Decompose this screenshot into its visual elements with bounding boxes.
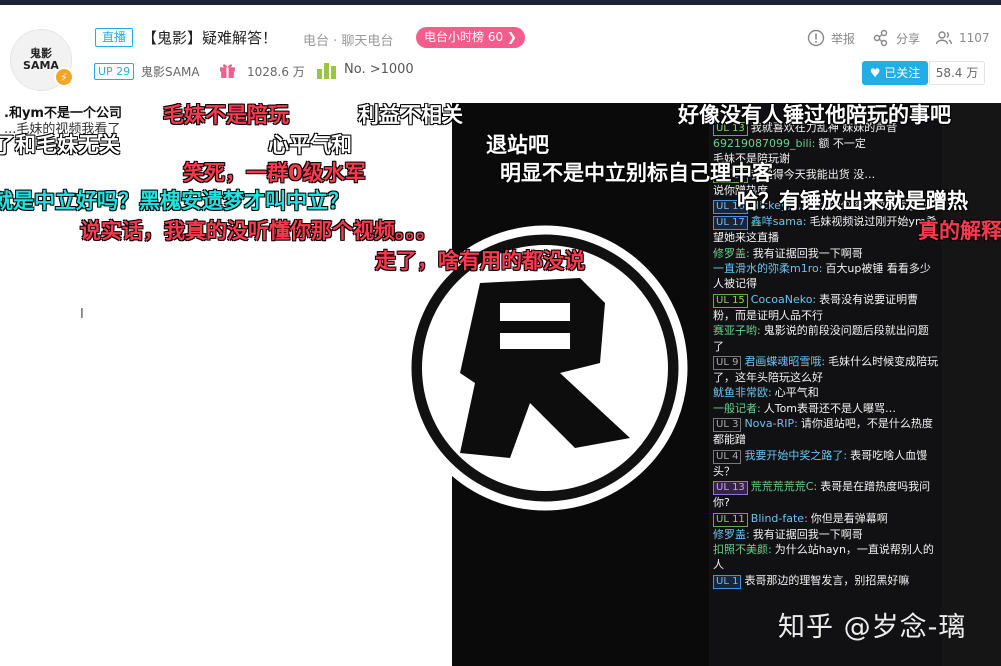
viewer-count: 1107	[935, 29, 990, 47]
chat-message: 赛亚子哟: 鬼影说的前段没问题后段就出问题了	[713, 323, 939, 354]
danmaku-comment: 毛妹不是陪玩	[163, 103, 289, 127]
zhihu-watermark: 知乎 @岁念-璃	[778, 612, 967, 643]
chat-text: 你但是看弹幕啊	[810, 511, 888, 525]
chat-username[interactable]: Nova-RIP:	[744, 417, 797, 430]
chat-text: 表哥那边的理智发言，别招黑好嘛	[744, 573, 910, 587]
live-room-page: 鬼影 SAMA ⚡ 直播 【鬼影】疑难解答！ 电台 · 聊天电台 电台小时榜 6…	[0, 0, 1001, 666]
fan-medal-badge[interactable]: UL 11	[713, 512, 748, 527]
room-header: 鬼影 SAMA ⚡ 直播 【鬼影】疑难解答！ 电台 · 聊天电台 电台小时榜 6…	[0, 5, 1001, 103]
category-breadcrumb[interactable]: 电台 · 聊天电台	[303, 30, 393, 49]
danmaku-comment: 笑死，一群0级水军	[183, 161, 366, 185]
chat-username[interactable]: 69219087099_bili:	[713, 137, 815, 150]
chat-message: 一般记者: 人Tom表哥还不是人曝骂…	[713, 401, 939, 416]
chat-username[interactable]: 一般记者:	[713, 402, 761, 415]
chat-username[interactable]: 一直滑水的弥柔m1ro:	[713, 262, 822, 275]
danmaku-comment: 明显不是中立别标自己理中客	[500, 161, 773, 185]
chat-username[interactable]: 鑫咩sama:	[751, 215, 807, 228]
chat-message: 修罗盖: 我有证据回我一下啊哥	[713, 246, 939, 261]
viewers-icon	[935, 31, 953, 45]
live-tag: 直播	[95, 28, 134, 47]
chat-text: 额 不一定	[818, 137, 866, 150]
chat-username[interactable]: 我要开始中奖之路了:	[744, 449, 847, 462]
viewer-count-value: 1107	[959, 31, 990, 45]
report-label: 举报	[831, 31, 856, 46]
follower-count: 58.4 万	[929, 61, 985, 85]
fan-medal-badge[interactable]: UL 4	[713, 449, 742, 464]
chat-username[interactable]: 扣照不美颜:	[713, 543, 772, 556]
chat-message: UL 11 Blind-fate: 你但是看弹幕啊	[713, 511, 939, 527]
danmaku-comment: 走了，啥有用的都没说	[375, 249, 585, 273]
lightning-badge-icon: ⚡	[54, 67, 74, 87]
fan-medal-badge[interactable]: UL 13	[713, 481, 748, 496]
chat-username[interactable]: 荒荒荒荒荒C:	[751, 480, 817, 493]
rank-number: No. >1000	[344, 62, 414, 77]
danmaku-comment: 利益不相关	[358, 103, 463, 127]
follow-button[interactable]: ♥ 已关注	[862, 61, 928, 85]
share-button[interactable]: 分享	[872, 29, 920, 47]
chat-message: 一直滑水的弥柔m1ro: 百大up被锤 看看多少人被记得	[713, 261, 939, 292]
room-title: 【鬼影】疑难解答！	[142, 29, 278, 47]
screen-text-line1: .和ym不是一个公司	[4, 106, 122, 121]
up-name[interactable]: 鬼影SAMA	[141, 63, 200, 80]
share-icon	[873, 29, 888, 47]
fan-medal-badge[interactable]: UL 15	[713, 293, 748, 308]
hourly-rank-pill[interactable]: 电台小时榜 60 ❯	[416, 27, 525, 48]
fan-medal-badge[interactable]: UL 3	[713, 418, 742, 433]
chat-message: 扣照不美颜: 为什么站hayn，一直说帮别人的人	[713, 542, 939, 573]
shared-screen-area: .和ym不是一个公司 ...毛妹的视频我看了 I	[0, 103, 452, 666]
chat-message: UL 9 君画蝶魂昭雪哦: 毛妹什么时候变成陪玩了，这年头陪玩这么好	[713, 354, 939, 385]
danmaku-comment: 退站吧	[486, 133, 549, 157]
chat-username[interactable]: 赛亚子哟:	[713, 324, 761, 337]
danmaku-comment: 说实话，我真的没听懂你那个视频。。。	[80, 219, 437, 243]
danmaku-comment: 哈？有锤放出来就是蹭热	[737, 189, 968, 213]
chat-text: 我有证据回我一下啊哥	[752, 246, 863, 260]
chat-username[interactable]: 修罗盖:	[713, 528, 750, 541]
danmaku-comment: 心平气和	[268, 133, 352, 157]
chat-message: UL 4 我要开始中奖之路了: 表哥吃啥人血馒头？	[713, 448, 939, 479]
up-level-badge: UP 29	[94, 63, 135, 80]
danmaku-comment: 真的解释	[918, 219, 1001, 243]
danmaku-comment: 了和毛妹无关	[0, 133, 120, 157]
share-label: 分享	[896, 31, 921, 46]
chat-message: UL 3 Nova-RIP: 请你退站吧，不是什么热度都能蹭	[713, 416, 939, 447]
chat-text: 我有证据回我一下啊哥	[752, 527, 863, 541]
chat-message: UL 17 鑫咩sama: 毛妹视频说过刚开始ym希望她来这直播	[713, 214, 939, 245]
chat-username[interactable]: 君画蝶魂昭雪哦:	[744, 355, 825, 368]
chat-text: 心平气和	[774, 386, 819, 400]
report-button[interactable]: 举报	[807, 29, 855, 47]
chat-message: UL 1 表哥那边的理智发言，别招黑好嘛	[713, 573, 939, 589]
chat-message: 鱿鱼非常欧: 心平气和	[713, 385, 939, 400]
fan-medal-badge[interactable]: UL 9	[713, 356, 742, 371]
danmaku-comment: 好像没有人锤过他陪玩的事吧	[678, 103, 951, 127]
chat-message: UL 15 CocoaNeko: 表哥没有说要证明曹粉，而是证明人品不行	[713, 292, 939, 323]
chat-username[interactable]: 鱿鱼非常欧:	[713, 386, 772, 399]
gift-count: 1028.6 万	[247, 65, 305, 79]
chat-message: 修罗盖: 我有证据回我一下啊哥	[713, 527, 939, 542]
chat-username[interactable]: 修罗盖:	[713, 247, 750, 260]
chat-username[interactable]: Blind-fate:	[751, 512, 808, 525]
stage-right-edge	[942, 103, 1001, 666]
chat-text: 人Tom表哥还不是人曝骂…	[763, 401, 897, 415]
danmaku-comment: 就是中立好吗？黑槐安遗梦才叫中立？	[0, 189, 349, 213]
chat-username[interactable]: CocoaNeko:	[751, 293, 816, 306]
chat-message: 69219087099_bili: 额 不一定	[713, 136, 939, 151]
gift-icon	[220, 64, 235, 78]
video-player[interactable]: .和ym不是一个公司 ...毛妹的视频我看了 I UL 13 我就喜欢在力乱神 妹…	[0, 103, 1001, 666]
chat-message: UL 13 荒荒荒荒荒C: 表哥是在蹭热度吗我问你?	[713, 479, 939, 510]
rank-bars-icon	[317, 63, 336, 79]
warning-icon	[807, 29, 825, 47]
fan-medal-badge[interactable]: UL 17	[713, 216, 748, 231]
fan-medal-badge[interactable]: UL 1	[713, 574, 742, 589]
text-cursor-icon: I	[80, 307, 84, 322]
